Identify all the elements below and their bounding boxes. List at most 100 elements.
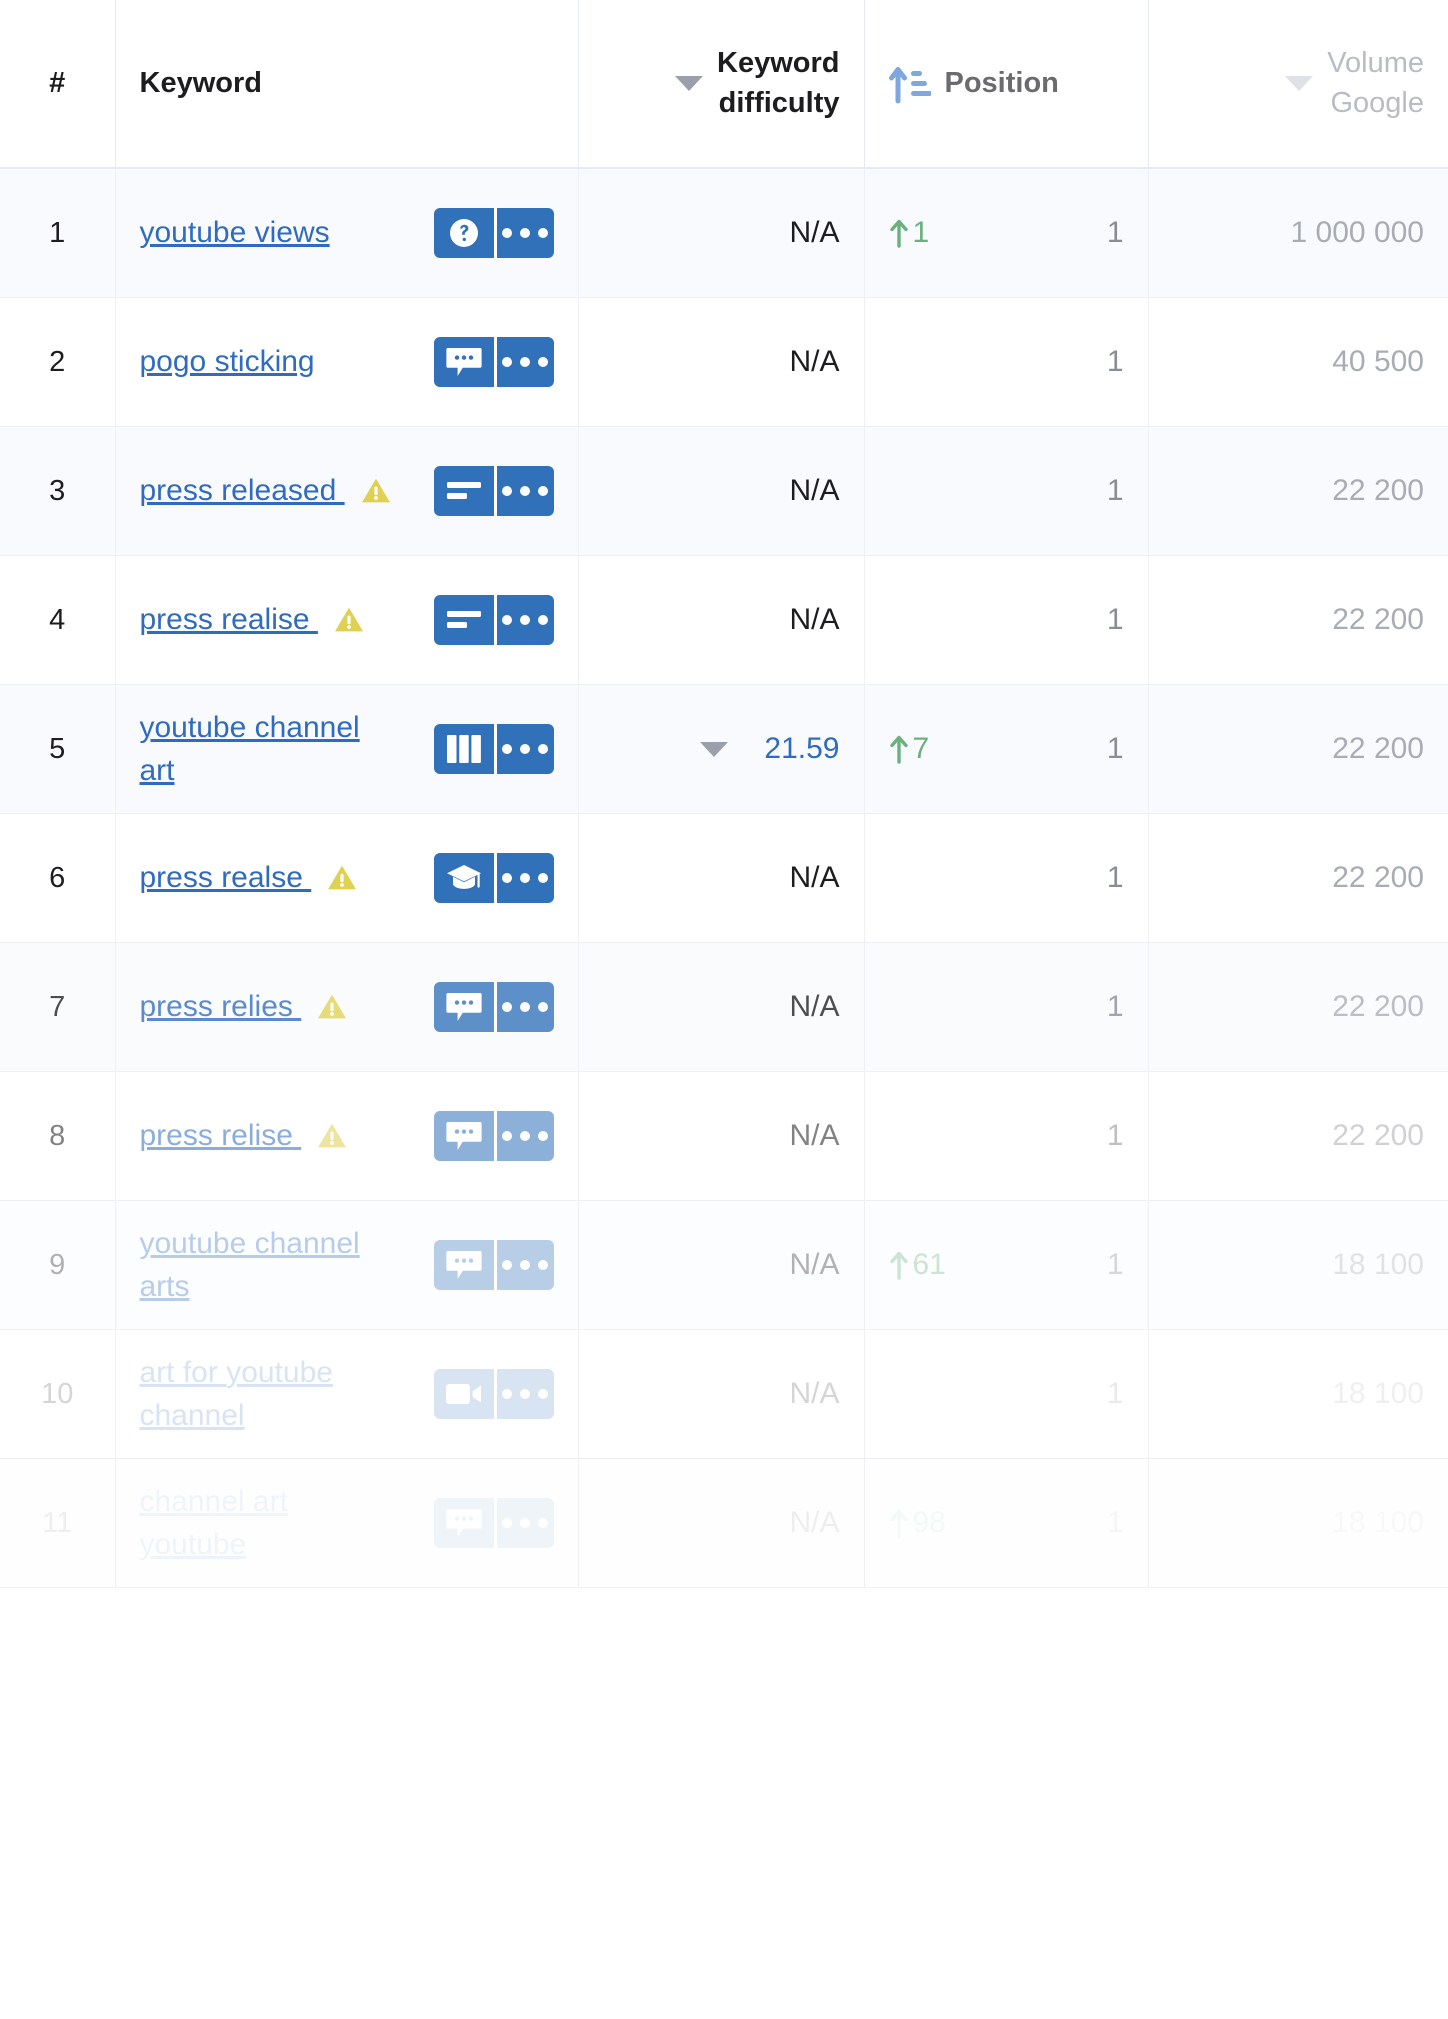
keyword-difficulty-cell: N/A (578, 942, 865, 1072)
keyword-link[interactable]: pogo sticking (140, 340, 315, 384)
table-row[interactable]: 1 youtube views N/A 1 1 1 000 000 (0, 168, 1448, 298)
row-action-pill[interactable] (433, 1240, 554, 1290)
volume-cell: 22 200 (1148, 942, 1448, 1072)
row-action-pill[interactable] (433, 595, 554, 645)
keyword-difficulty-value: N/A (789, 345, 840, 378)
row-action-pill[interactable] (433, 982, 554, 1032)
keyword-link[interactable]: youtube channel art (140, 706, 400, 793)
warning-triangle-icon[interactable] (327, 864, 357, 891)
row-action-pill[interactable] (433, 1111, 554, 1161)
keyword-difficulty-cell: 21.59 (578, 684, 865, 814)
row-index-value: 2 (49, 345, 66, 378)
keyword-link[interactable]: press realise (140, 598, 364, 642)
volume-value: 22 200 (1332, 1119, 1424, 1152)
graduation-cap-icon[interactable] (433, 853, 494, 903)
row-index-cell: 1 (0, 168, 116, 298)
ellipsis-icon[interactable] (493, 337, 554, 387)
video-camera-icon[interactable] (433, 1369, 494, 1419)
volume-cell: 1 000 000 (1148, 168, 1448, 298)
columns-icon[interactable] (433, 724, 494, 774)
ellipsis-icon[interactable] (493, 1240, 554, 1290)
row-action-pill[interactable] (433, 208, 554, 258)
keyword-difficulty-value: 21.59 (764, 732, 840, 765)
position-delta-value: 1 (912, 216, 930, 249)
row-index-cell: 4 (0, 555, 116, 685)
column-header-index[interactable]: # (0, 0, 116, 169)
warning-triangle-icon[interactable] (317, 993, 347, 1020)
column-header-keyword-difficulty[interactable]: Keyword difficulty (578, 0, 865, 169)
volume-cell: 18 100 (1148, 1458, 1448, 1588)
volume-cell: 22 200 (1148, 426, 1448, 556)
row-action-pill[interactable] (433, 1498, 554, 1548)
ellipsis-icon[interactable] (493, 982, 554, 1032)
keyword-link[interactable]: press realse (140, 856, 358, 900)
row-action-pill[interactable] (433, 1369, 554, 1419)
keyword-link[interactable]: press relies (140, 985, 348, 1029)
chat-bubble-icon[interactable] (433, 982, 494, 1032)
position-value: 1 (1106, 474, 1124, 507)
position-cell: 1 (864, 813, 1149, 943)
keyword-link[interactable]: youtube views (140, 211, 330, 255)
row-index-cell: 10 (0, 1329, 116, 1459)
ellipsis-icon[interactable] (493, 724, 554, 774)
warning-triangle-icon[interactable] (334, 606, 364, 633)
volume-cell: 18 100 (1148, 1200, 1448, 1330)
row-action-pill[interactable] (433, 724, 554, 774)
position-delta-value: 7 (912, 732, 930, 765)
ellipsis-icon[interactable] (493, 466, 554, 516)
question-mark-icon[interactable] (433, 208, 494, 258)
position-value: 1 (1106, 1506, 1124, 1539)
row-action-pill[interactable] (433, 337, 554, 387)
table-row[interactable]: 10 art for youtube channel N/A 1 18 100 (0, 1329, 1448, 1459)
position-cell: 11 (864, 168, 1149, 298)
table-row[interactable]: 2 pogo sticking N/A 1 40 500 (0, 297, 1448, 427)
caret-down-icon[interactable] (700, 741, 729, 757)
chat-bubble-icon[interactable] (433, 1498, 494, 1548)
column-header-kd-line1: Keyword (717, 47, 840, 80)
keyword-difficulty-value: N/A (789, 474, 840, 507)
keyword-link[interactable]: press released (140, 469, 391, 513)
keyword-difficulty-cell: N/A (578, 168, 865, 298)
keyword-cell: youtube channel arts (115, 1200, 579, 1330)
table-row[interactable]: 3 press released N/A 1 22 200 (0, 426, 1448, 556)
warning-triangle-icon[interactable] (317, 1122, 347, 1149)
table-row[interactable]: 5 youtube channel art 21.59 7 1 22 200 (0, 684, 1448, 814)
ellipsis-icon[interactable] (493, 853, 554, 903)
ellipsis-icon[interactable] (493, 1111, 554, 1161)
sort-ascending-icon[interactable] (888, 64, 931, 104)
table-row[interactable]: 4 press realise N/A 1 22 200 (0, 555, 1448, 685)
text-lines-icon[interactable] (433, 595, 494, 645)
volume-cell: 18 100 (1148, 1329, 1448, 1459)
column-header-volume[interactable]: Volume Google (1148, 0, 1448, 169)
chat-bubble-icon[interactable] (433, 1111, 494, 1161)
keyword-cell: press released (115, 426, 579, 556)
position-cell: 1 (864, 1329, 1149, 1459)
table-row[interactable]: 9 youtube channel arts N/A 61 1 18 100 (0, 1200, 1448, 1330)
table-row[interactable]: 6 press realse N/A 1 22 200 (0, 813, 1448, 943)
chat-bubble-icon[interactable] (433, 337, 494, 387)
keyword-link[interactable]: press relise (140, 1114, 348, 1158)
keyword-cell: press realise (115, 555, 579, 685)
keyword-link[interactable]: youtube channel arts (140, 1222, 400, 1309)
row-index-cell: 9 (0, 1200, 116, 1330)
text-lines-icon[interactable] (433, 466, 494, 516)
table-row[interactable]: 7 press relies N/A 1 22 200 (0, 942, 1448, 1072)
caret-down-icon[interactable] (1285, 76, 1314, 91)
column-header-keyword[interactable]: Keyword (115, 0, 579, 169)
table-row[interactable]: 8 press relise N/A 1 22 200 (0, 1071, 1448, 1201)
keyword-link[interactable]: art for youtube channel (140, 1351, 400, 1438)
ellipsis-icon[interactable] (493, 208, 554, 258)
ellipsis-icon[interactable] (493, 595, 554, 645)
column-header-position[interactable]: Position (864, 0, 1149, 169)
chat-bubble-icon[interactable] (433, 1240, 494, 1290)
row-action-pill[interactable] (433, 466, 554, 516)
warning-triangle-icon[interactable] (361, 477, 391, 504)
keyword-difficulty-cell: N/A (578, 555, 865, 685)
ellipsis-icon[interactable] (493, 1498, 554, 1548)
row-action-pill[interactable] (433, 853, 554, 903)
caret-down-icon[interactable] (675, 76, 704, 91)
table-row[interactable]: 11 channel art youtube N/A 98 1 18 100 (0, 1458, 1448, 1588)
ellipsis-icon[interactable] (493, 1369, 554, 1419)
volume-value: 18 100 (1332, 1377, 1424, 1410)
keyword-link[interactable]: channel art youtube (140, 1480, 400, 1567)
